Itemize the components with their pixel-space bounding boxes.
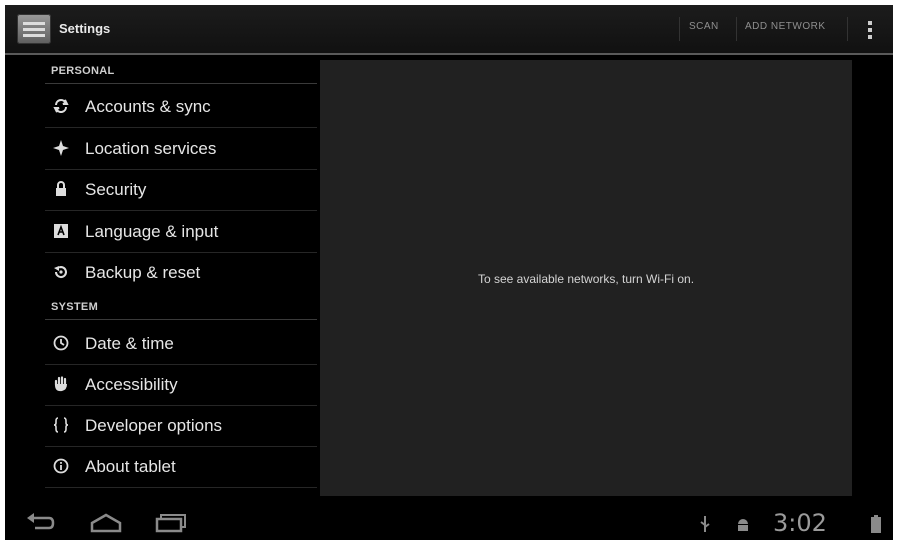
settings-item-label: About tablet	[85, 457, 176, 476]
settings-item-language-input[interactable]: Language & input	[45, 211, 317, 251]
section-header-personal: PERSONAL	[51, 65, 115, 77]
back-icon[interactable]	[25, 513, 55, 533]
settings-item-backup-reset[interactable]: Backup & reset	[45, 252, 317, 292]
settings-item-label: Accessibility	[85, 375, 178, 394]
item-divider	[45, 487, 317, 488]
clock-icon	[53, 335, 69, 351]
hand-icon	[54, 376, 67, 392]
action-bar-divider	[679, 17, 680, 41]
settings-item-about-tablet[interactable]: About tablet	[45, 446, 317, 486]
wifi-detail-pane: To see available networks, turn Wi-Fi on…	[320, 60, 852, 496]
recent-apps-icon[interactable]	[155, 513, 187, 533]
action-bar: Settings SCAN ADD NETWORK	[5, 5, 893, 55]
action-bar-divider	[736, 17, 737, 41]
system-bar: 3:02	[5, 507, 893, 540]
wifi-off-message: To see available networks, turn Wi-Fi on…	[477, 272, 695, 286]
settings-item-label: Accounts & sync	[85, 97, 211, 116]
page-title: Settings	[59, 21, 111, 36]
settings-item-developer-options[interactable]: Developer options	[45, 405, 317, 445]
keyboard-icon	[54, 224, 68, 238]
section-divider	[45, 319, 317, 320]
settings-item-accounts-sync[interactable]: Accounts & sync	[45, 86, 317, 126]
settings-item-accessibility[interactable]: Accessibility	[45, 364, 317, 404]
settings-item-label: Backup & reset	[85, 263, 201, 282]
tablet-screen: Settings SCAN ADD NETWORK PERSONAL Accou…	[5, 5, 893, 540]
lock-icon	[56, 181, 66, 196]
sync-icon	[53, 99, 69, 113]
settings-item-security[interactable]: Security	[45, 169, 317, 209]
settings-item-date-time[interactable]: Date & time	[45, 323, 317, 363]
status-clock: 3:02	[773, 509, 827, 537]
settings-item-label: Developer options	[85, 416, 223, 435]
battery-icon	[871, 515, 881, 533]
settings-app-icon[interactable]	[17, 14, 51, 44]
scan-button[interactable]: SCAN	[689, 21, 719, 32]
settings-item-label: Security	[85, 180, 147, 199]
settings-item-label: Location services	[85, 139, 217, 158]
usb-icon	[700, 516, 710, 532]
settings-item-label: Language & input	[85, 222, 219, 241]
home-icon[interactable]	[89, 513, 123, 533]
settings-item-label: Date & time	[85, 334, 174, 353]
info-icon	[53, 458, 69, 474]
section-header-system: SYSTEM	[51, 301, 99, 313]
braces-icon	[53, 417, 69, 433]
action-bar-divider	[847, 17, 848, 41]
android-debug-icon	[738, 519, 748, 531]
location-icon	[53, 140, 69, 156]
add-network-button[interactable]: ADD NETWORK	[745, 21, 826, 32]
overflow-menu-icon[interactable]	[865, 19, 875, 41]
section-divider	[45, 83, 317, 84]
settings-list: PERSONAL Accounts & sync Location servic…	[5, 55, 318, 492]
backup-icon	[54, 266, 67, 279]
settings-item-location[interactable]: Location services	[45, 128, 317, 168]
